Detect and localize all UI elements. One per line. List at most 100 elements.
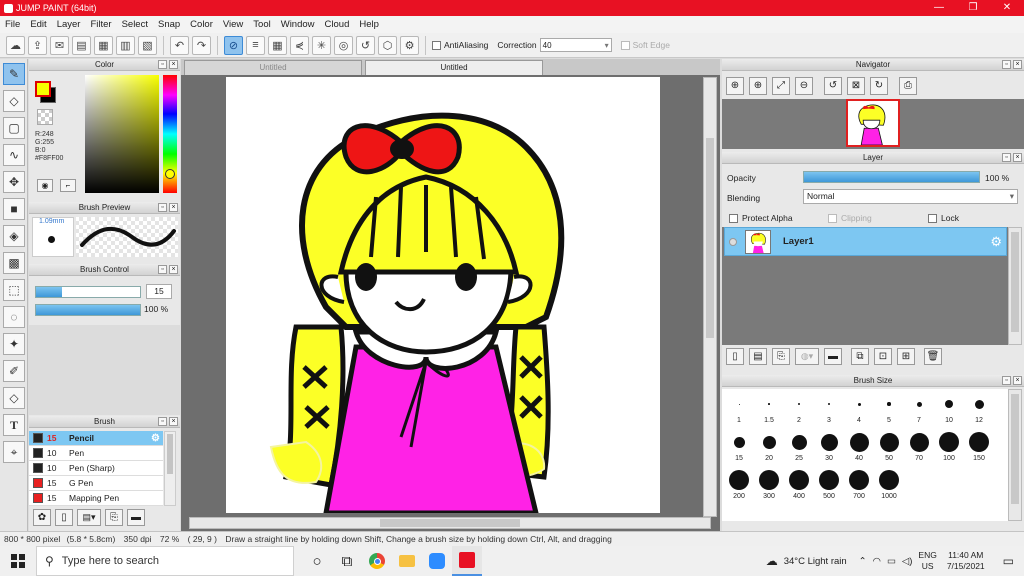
- float-panel-icon[interactable]: ▫: [158, 417, 167, 426]
- comment-icon[interactable]: ▤: [72, 35, 91, 55]
- saturation-value-square[interactable]: [85, 75, 159, 193]
- menu-filter[interactable]: Filter: [85, 19, 116, 30]
- brush-list-item[interactable]: 15 Pencil ⚙: [29, 431, 163, 446]
- brush-list-item[interactable]: 15 G Pen: [29, 476, 163, 491]
- cloud-icon[interactable]: ☁: [6, 35, 25, 55]
- layer-effect-icon[interactable]: ⊞: [897, 348, 915, 365]
- close-panel-icon[interactable]: ×: [169, 417, 178, 426]
- eyedropper-tool-icon[interactable]: ⌖: [3, 441, 25, 463]
- lasso-tool-icon[interactable]: ◌: [3, 306, 25, 328]
- move-tool-icon[interactable]: ✥: [3, 171, 25, 193]
- rotate-right-icon[interactable]: ↻: [870, 77, 888, 95]
- fg-color-swatch[interactable]: [35, 81, 51, 97]
- brush-list-scroll-thumb[interactable]: [167, 434, 173, 474]
- brush-size-option[interactable]: 500: [814, 469, 844, 503]
- brush-folder-icon[interactable]: ▬: [127, 509, 145, 526]
- brush-size-option[interactable]: 25: [784, 431, 814, 465]
- protect-alpha-option[interactable]: Protect Alpha: [729, 213, 793, 223]
- brush-size-option[interactable]: 30: [814, 431, 844, 465]
- smudge-tool-icon[interactable]: ∿: [3, 144, 25, 166]
- layer-visibility-icon[interactable]: [729, 237, 737, 246]
- bucket-tool-icon[interactable]: ◈: [3, 225, 25, 247]
- reset-view-icon[interactable]: ⎙: [899, 77, 917, 95]
- brush-opacity-slider[interactable]: [35, 304, 141, 316]
- brush-size-option[interactable]: 1000: [874, 469, 904, 503]
- chrome-icon[interactable]: [362, 546, 392, 576]
- upload-icon[interactable]: ⇪: [28, 35, 47, 55]
- brush-size-option[interactable]: 400: [784, 469, 814, 503]
- menu-window[interactable]: Window: [276, 19, 320, 30]
- select-pen-tool-icon[interactable]: ✐: [3, 360, 25, 382]
- vertical-scrollbar[interactable]: [703, 77, 717, 517]
- gradient-tool-icon[interactable]: ▩: [3, 252, 25, 274]
- brush-list-item[interactable]: 10 Pen: [29, 446, 163, 461]
- select-eraser-tool-icon[interactable]: ◇: [3, 387, 25, 409]
- brush-size-option[interactable]: 15: [724, 431, 754, 465]
- layer-name[interactable]: Layer1: [783, 236, 814, 247]
- wifi-icon[interactable]: ◠: [873, 556, 881, 567]
- lasso-rect-tool-icon[interactable]: ⬚: [3, 279, 25, 301]
- merge-layer-icon[interactable]: ⧉: [851, 348, 869, 365]
- brush-size-option[interactable]: 150: [964, 431, 994, 465]
- zoom-in-icon[interactable]: ⊕: [726, 77, 744, 95]
- color-swap-button[interactable]: ⌐: [60, 179, 76, 192]
- grid-icon[interactable]: ▧: [138, 35, 157, 55]
- navigator-thumbnail[interactable]: [846, 99, 900, 147]
- brush-menu-icon[interactable]: ▤▾: [77, 509, 101, 526]
- menu-tool[interactable]: Tool: [248, 19, 275, 30]
- network-icon[interactable]: ▭: [887, 556, 896, 567]
- brush-size-option[interactable]: 20: [754, 431, 784, 465]
- flip-icon[interactable]: ⊠: [847, 77, 865, 95]
- color-picker-button[interactable]: ◉: [37, 179, 53, 192]
- antialiasing-checkbox[interactable]: [432, 40, 441, 50]
- layer-row[interactable]: Layer1 ⚙: [724, 227, 1007, 256]
- close-panel-icon[interactable]: ×: [169, 265, 178, 274]
- layer-list-scrollbar[interactable]: [1008, 227, 1022, 345]
- blending-select[interactable]: Normal ▾: [803, 189, 1018, 204]
- close-panel-icon[interactable]: ×: [1013, 376, 1022, 385]
- text-tool-icon[interactable]: T: [3, 414, 25, 436]
- magic-wand-tool-icon[interactable]: ✦: [3, 333, 25, 355]
- brush-size-field[interactable]: 15: [146, 284, 172, 299]
- polygon-snap-icon[interactable]: ⬡: [378, 35, 397, 55]
- menu-layer[interactable]: Layer: [52, 19, 86, 30]
- volume-icon[interactable]: ◁): [902, 556, 912, 567]
- undo-icon[interactable]: ↶: [170, 35, 189, 55]
- parallel-snap-icon[interactable]: ≡: [246, 35, 265, 55]
- brush-size-option[interactable]: 12: [964, 393, 994, 427]
- brush-size-slider[interactable]: [35, 286, 141, 298]
- transparent-color-swatch[interactable]: [37, 109, 53, 125]
- brush-size-option[interactable]: 100: [934, 431, 964, 465]
- rotate-left-icon[interactable]: ↺: [824, 77, 842, 95]
- brush-list-scrollbar[interactable]: [164, 431, 176, 506]
- minimize-button[interactable]: —: [922, 0, 956, 16]
- layer-menu-icon[interactable]: ◍▾: [795, 348, 819, 365]
- brush-size-option[interactable]: 700: [844, 469, 874, 503]
- clipping-option[interactable]: Clipping: [828, 213, 872, 223]
- zoom-out-icon[interactable]: ⊖: [795, 77, 813, 95]
- layer-settings-icon[interactable]: ⚙: [990, 234, 1002, 250]
- clock[interactable]: 11:40 AM 7/15/2021: [947, 550, 985, 572]
- brush-list-item[interactable]: 15 Mapping Pen: [29, 491, 163, 506]
- horizontal-scroll-thumb[interactable]: [380, 519, 520, 527]
- cortana-icon[interactable]: ○: [302, 546, 332, 576]
- brush-size-option[interactable]: 3: [814, 393, 844, 427]
- brush-size-option[interactable]: 1.5: [754, 393, 784, 427]
- soft-edge-checkbox[interactable]: [620, 40, 630, 50]
- float-panel-icon[interactable]: ▫: [158, 203, 167, 212]
- copy-layer-icon[interactable]: ⎘: [772, 348, 790, 365]
- document-icon[interactable]: ▥: [116, 35, 135, 55]
- drawing-canvas[interactable]: [226, 77, 660, 513]
- page-icon[interactable]: ▦: [94, 35, 113, 55]
- brush-size-option[interactable]: 40: [844, 431, 874, 465]
- float-panel-icon[interactable]: ▫: [1002, 376, 1011, 385]
- hue-handle[interactable]: [165, 169, 175, 179]
- brush-size-option[interactable]: 10: [934, 393, 964, 427]
- menu-select[interactable]: Select: [117, 19, 153, 30]
- weather-icon[interactable]: ☁: [766, 554, 778, 568]
- fit-screen-icon[interactable]: ⤢: [772, 77, 790, 95]
- brush-size-option[interactable]: 4: [844, 393, 874, 427]
- brush-size-scrollbar[interactable]: [1008, 389, 1022, 521]
- weather-text[interactable]: 34°C Light rain: [784, 556, 847, 567]
- fill-rect-tool-icon[interactable]: ■: [3, 198, 25, 220]
